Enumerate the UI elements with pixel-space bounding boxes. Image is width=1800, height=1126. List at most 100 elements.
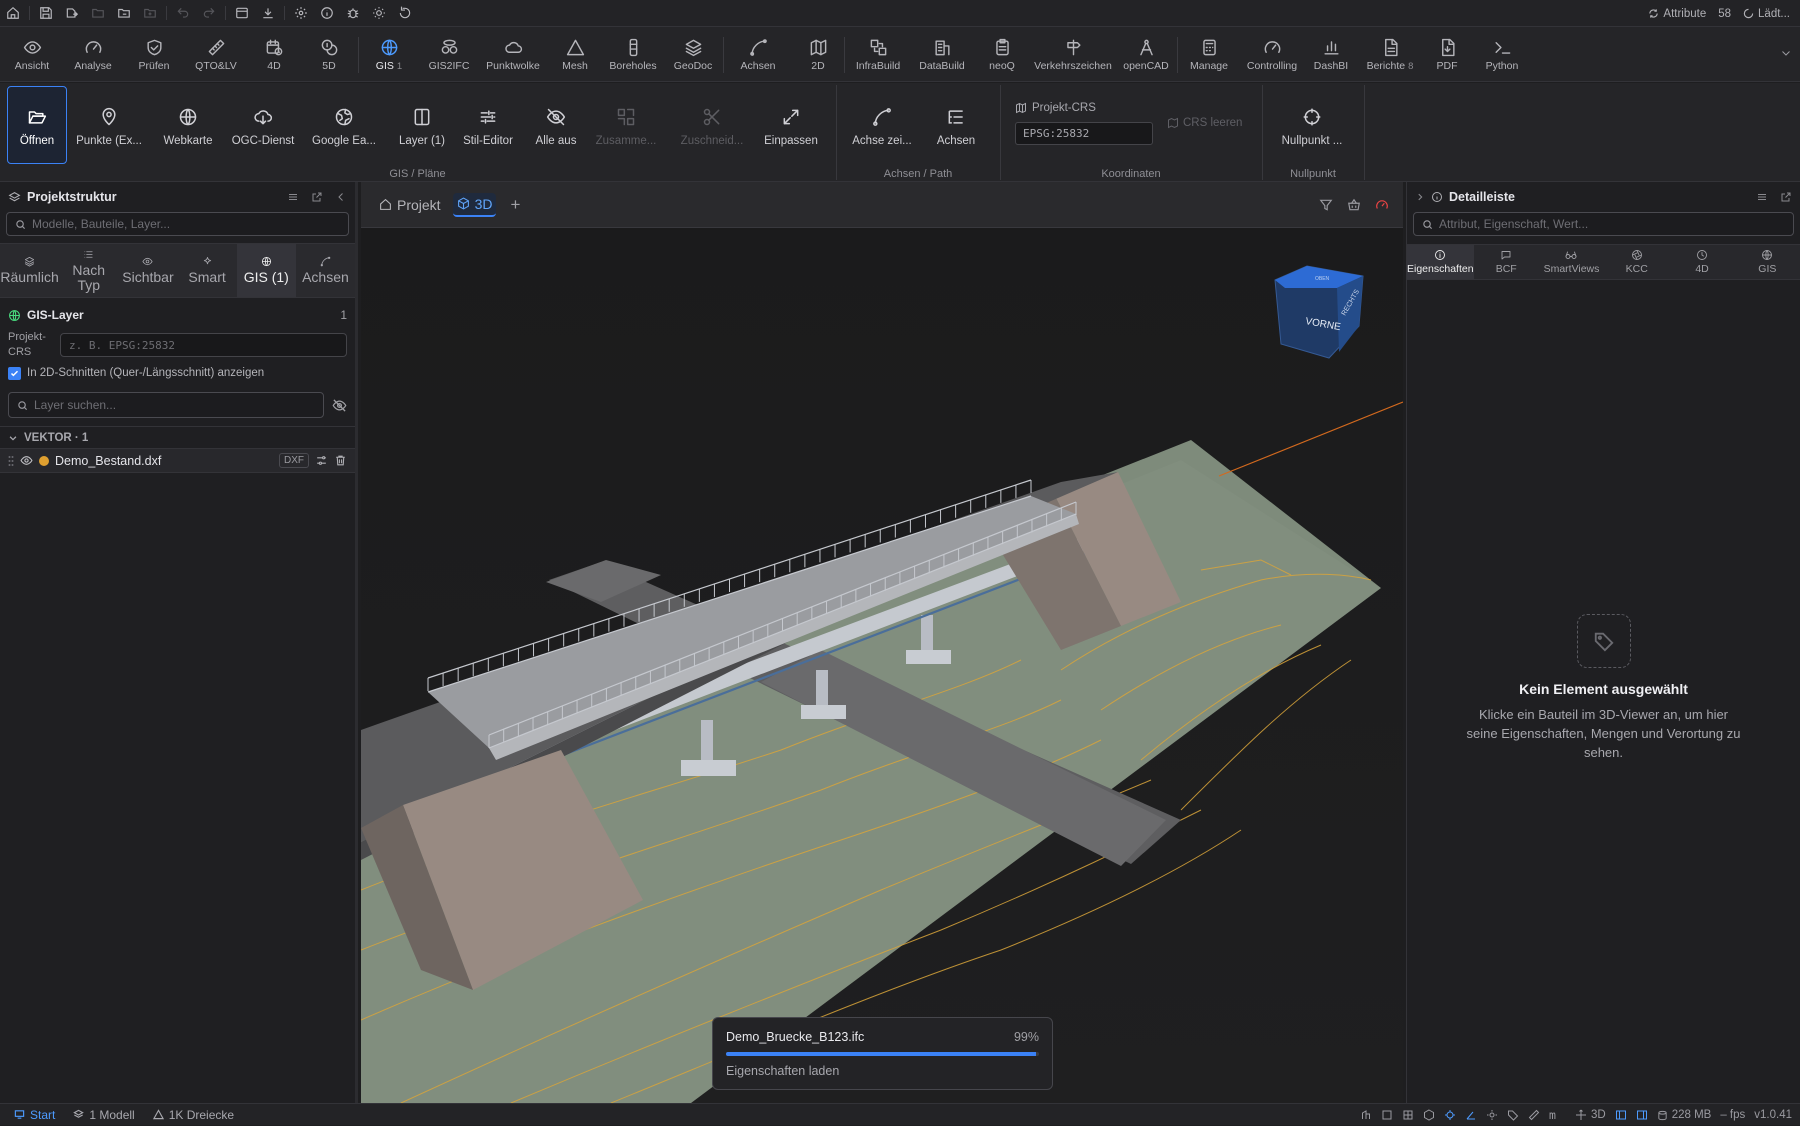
crs-input[interactable]: EPSG:25832: [1015, 122, 1153, 145]
nav-4d[interactable]: 4D: [248, 27, 300, 82]
tab-eigenschaften[interactable]: Eigenschaften: [1407, 245, 1474, 279]
nav-mesh[interactable]: Mesh: [547, 27, 603, 82]
nav-dashbi[interactable]: DashBI: [1304, 27, 1358, 82]
nav-manage[interactable]: Manage: [1178, 27, 1240, 82]
start-button[interactable]: Start: [14, 1108, 55, 1122]
split-right-icon[interactable]: [1636, 1109, 1648, 1121]
section-icon[interactable]: [1360, 1109, 1372, 1121]
axes-button[interactable]: Achsen: [931, 86, 981, 164]
home-icon[interactable]: [0, 0, 26, 27]
nav-achsen[interactable]: Achsen: [724, 27, 792, 82]
folder-plus-icon[interactable]: [137, 0, 163, 27]
nullpoint-button[interactable]: Nullpunkt ...: [1275, 86, 1349, 164]
square-icon[interactable]: [1381, 1109, 1393, 1121]
scene-canvas[interactable]: VORNE RECHTS OBEN: [361, 230, 1403, 1103]
save-icon[interactable]: [33, 0, 59, 27]
nav-berichte[interactable]: Berichte 8: [1358, 27, 1422, 82]
trash-icon[interactable]: [334, 454, 347, 467]
filter-icon[interactable]: [1319, 198, 1333, 212]
attribute-sync[interactable]: Attribute: [1648, 8, 1706, 20]
nav-python[interactable]: Python: [1472, 27, 1532, 82]
ribbon-button-folder-open[interactable]: Öffnen: [7, 86, 67, 164]
ribbon-button-sliders[interactable]: Stil-Editor: [458, 86, 518, 164]
drag-handle-icon[interactable]: [8, 455, 14, 467]
nav-databuild[interactable]: DataBuild: [911, 27, 973, 82]
nav-controlling[interactable]: Controlling: [1240, 27, 1304, 82]
tab-nach-typ[interactable]: Nach Typ: [59, 244, 118, 297]
redo-icon[interactable]: [196, 0, 222, 27]
nav-ansicht[interactable]: Ansicht: [2, 27, 62, 82]
eye-off-icon[interactable]: [332, 398, 347, 413]
tab-kcc[interactable]: KCC: [1604, 245, 1669, 279]
nav-punktwolke[interactable]: Punktwolke: [479, 27, 547, 82]
clear-crs-button[interactable]: CRS leeren: [1167, 117, 1242, 129]
tab-smartviews[interactable]: SmartViews: [1539, 245, 1604, 279]
nav-neoq[interactable]: neoQ: [973, 27, 1031, 82]
unit-label[interactable]: m: [1549, 1108, 1556, 1122]
nav-infrabuild[interactable]: InfraBuild: [845, 27, 911, 82]
tab-gis-1-[interactable]: GIS (1): [236, 244, 296, 297]
ruler-icon[interactable]: [1528, 1109, 1540, 1121]
draw-axis-button[interactable]: Achse zei...: [851, 86, 913, 164]
3d-scene[interactable]: VORNE RECHTS OBEN: [361, 230, 1403, 1103]
view-mode[interactable]: 3D: [1575, 1109, 1606, 1121]
sun-icon[interactable]: [366, 0, 392, 27]
chevron-down-icon[interactable]: [1780, 47, 1792, 59]
nav-verkehrszeichen[interactable]: Verkehrszeichen: [1031, 27, 1115, 82]
nav-boreholes[interactable]: Boreholes: [603, 27, 663, 82]
info-icon[interactable]: [314, 0, 340, 27]
download-icon[interactable]: [255, 0, 281, 27]
settings-icon[interactable]: [288, 0, 314, 27]
ribbon-button-earth[interactable]: Google Ea...: [308, 86, 380, 164]
tab-achsen[interactable]: Achsen: [296, 244, 355, 297]
popout-icon[interactable]: [311, 191, 323, 203]
add-tab-button[interactable]: +: [510, 195, 520, 215]
folder-icon[interactable]: [111, 0, 137, 27]
window-icon[interactable]: [229, 0, 255, 27]
performance-gauge-icon[interactable]: [1375, 198, 1389, 212]
tab-project[interactable]: Projekt: [375, 193, 445, 217]
layer-search-input[interactable]: Layer suchen...: [8, 392, 324, 418]
ribbon-button-cloud-download[interactable]: OGC-Dienst: [228, 86, 298, 164]
nav-5d[interactable]: 5D: [300, 27, 358, 82]
ribbon-button-scissors[interactable]: Zuschneid...: [676, 86, 748, 164]
cube-icon[interactable]: [1423, 1109, 1435, 1121]
ribbon-button-eye-off[interactable]: Alle aus: [528, 86, 584, 164]
chevron-right-icon[interactable]: [1415, 192, 1425, 202]
nav-pdf[interactable]: PDF: [1422, 27, 1472, 82]
sliders-icon[interactable]: [1756, 191, 1768, 203]
ribbon-button-merge[interactable]: Zusamme...: [590, 86, 662, 164]
tab-smart[interactable]: Smart: [178, 244, 237, 297]
ribbon-button-globe[interactable]: Webkarte: [158, 86, 218, 164]
tab-4d[interactable]: 4D: [1669, 245, 1734, 279]
nav-opencad[interactable]: openCAD: [1115, 27, 1177, 82]
split-left-icon[interactable]: [1615, 1109, 1627, 1121]
nav-qto-lv[interactable]: QTO&LV: [184, 27, 248, 82]
tab-sichtbar[interactable]: Sichtbar: [118, 244, 177, 297]
collapse-icon[interactable]: [335, 191, 347, 203]
show-in-2d-checkbox[interactable]: In 2D-Schnitten (Quer-/Längsschnitt) anz…: [0, 362, 355, 384]
nav-gis[interactable]: GIS 1: [359, 27, 419, 82]
tab-bcf[interactable]: BCF: [1474, 245, 1539, 279]
tag-icon[interactable]: [1507, 1109, 1519, 1121]
nav-2d[interactable]: 2D: [792, 27, 844, 82]
bug-icon[interactable]: [340, 0, 366, 27]
tab-gis[interactable]: GIS: [1735, 245, 1800, 279]
ribbon-button-expand[interactable]: Einpassen: [756, 86, 826, 164]
ribbon-button-panel[interactable]: Layer (1): [392, 86, 452, 164]
angle-icon[interactable]: [1465, 1109, 1477, 1121]
popout-icon[interactable]: [1780, 191, 1792, 203]
layer-settings-icon[interactable]: [315, 454, 328, 467]
nav-pr-fen[interactable]: Prüfen: [124, 27, 184, 82]
basket-icon[interactable]: [1347, 198, 1361, 212]
grid-icon[interactable]: [1402, 1109, 1414, 1121]
vector-section-header[interactable]: VEKTOR · 1: [0, 426, 355, 448]
nav-gis2ifc[interactable]: GIS2IFC: [419, 27, 479, 82]
tab-3d[interactable]: 3D: [452, 192, 497, 217]
layer-item[interactable]: Demo_Bestand.dxf DXF: [0, 448, 355, 473]
snap-icon[interactable]: [1444, 1109, 1456, 1121]
sun-icon[interactable]: [1486, 1109, 1498, 1121]
crs-field[interactable]: z. B. EPSG:25832: [60, 333, 347, 357]
eye-icon[interactable]: [20, 454, 33, 467]
structure-search-input[interactable]: Modelle, Bauteile, Layer...: [6, 212, 349, 236]
